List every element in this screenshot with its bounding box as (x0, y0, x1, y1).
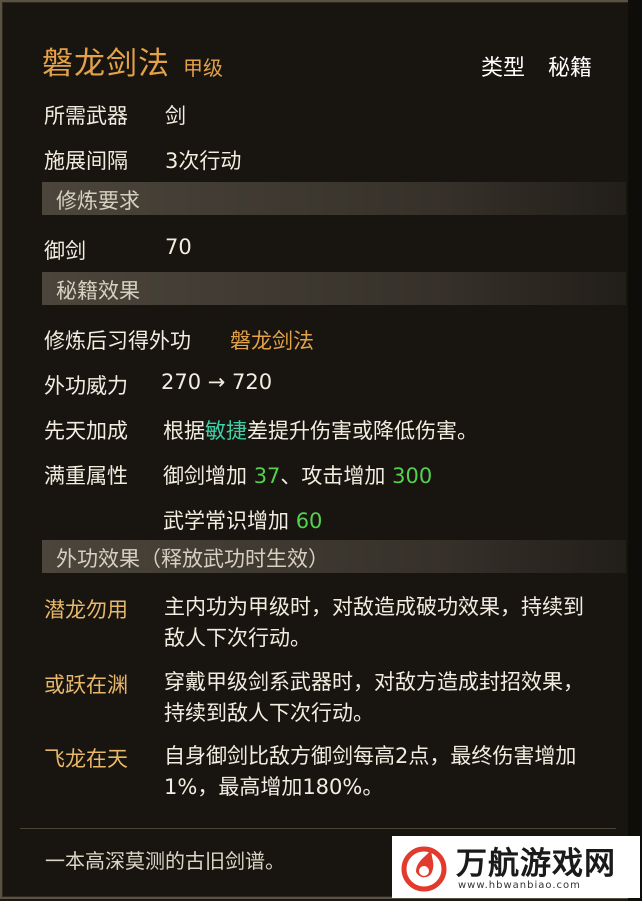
effect-text-1: 主内功为甲级时，对敌造成破功效果，持续到 敌人下次行动。 (164, 592, 584, 654)
innate-pre: 根据 (163, 419, 205, 443)
interval-value: 3次行动 (165, 149, 242, 173)
watermark-title: 万航游戏网 (456, 846, 616, 882)
full-weight-label: 满重属性 (44, 464, 128, 488)
full-weight-line2: 武学常识增加 60 (163, 505, 322, 535)
type-value: 秘籍 (548, 56, 593, 81)
requirement-skill-label: 御剑 (44, 239, 86, 263)
full-line1-c: 、攻击增加 (280, 464, 393, 488)
effect-text-1-line1: 主内功为甲级时，对敌造成破功效果，持续到 (164, 595, 584, 619)
requirements-section-bar: 修炼要求 (42, 182, 626, 215)
interval-label: 施展间隔 (44, 149, 128, 173)
effect-text-2-line2: 持续到敌人下次行动。 (164, 701, 374, 725)
watermark-logo-icon (401, 846, 447, 892)
full-weight-line1: 御剑增加 37、攻击增加 300 (163, 460, 432, 490)
full-line2-a: 武学常识增加 (163, 509, 296, 533)
requirements-section-title: 修炼要求 (56, 189, 140, 213)
weapon-value: 剑 (165, 104, 186, 128)
requirement-skill-value: 70 (165, 235, 192, 259)
weapon-label: 所需武器 (44, 104, 128, 128)
effect-name-3: 飞龙在天 (44, 747, 128, 771)
innate-attribute: 敏捷 (205, 419, 247, 443)
innate-post: 差提升伤害或降低伤害。 (247, 419, 478, 443)
innate-label: 先天加成 (44, 419, 128, 443)
effect-text-3-line2: 1%，最高增加180%。 (164, 775, 384, 799)
effect-name-1: 潜龙勿用 (44, 598, 128, 622)
full-line1-b: 37 (253, 464, 281, 488)
watermark-url: www.hbwanbiao.com (458, 880, 581, 891)
item-description: 一本高深莫测的古旧剑谱。 (45, 849, 285, 873)
effect-name-2: 或跃在渊 (44, 673, 128, 697)
skill-effects-section-title: 外功效果（释放武功时生效） (56, 547, 329, 571)
innate-value: 根据敏捷差提升伤害或降低伤害。 (163, 415, 478, 445)
item-title: 磐龙剑法 (42, 46, 170, 82)
power-label: 外功威力 (44, 374, 128, 398)
type-label: 类型 (481, 56, 526, 81)
effect-text-3-line1: 自身御剑比敌方御剑每高2点，最终伤害增加 (164, 744, 577, 768)
description-divider (20, 828, 616, 829)
book-effects-section-bar: 秘籍效果 (42, 272, 626, 305)
learn-label: 修炼后习得外功 (44, 329, 191, 353)
watermark: 万航游戏网 www.hbwanbiao.com (392, 836, 640, 898)
background-edge (628, 0, 642, 901)
effect-text-1-line2: 敌人下次行动。 (164, 626, 311, 650)
skill-effects-section-bar: 外功效果（释放武功时生效） (42, 540, 626, 573)
power-value: 270 → 720 (161, 370, 273, 394)
learn-value: 磐龙剑法 (230, 329, 314, 353)
full-line2-b: 60 (295, 509, 323, 533)
effect-text-3: 自身御剑比敌方御剑每高2点，最终伤害增加 1%，最高增加180%。 (164, 741, 576, 803)
full-line1-a: 御剑增加 (163, 464, 254, 488)
full-line1-d: 300 (392, 464, 433, 488)
item-grade: 甲级 (183, 56, 223, 80)
effect-text-2-line1: 穿戴甲级剑系武器时，对敌方造成封招效果， (164, 670, 584, 694)
book-effects-section-title: 秘籍效果 (56, 279, 140, 303)
item-tooltip: 磐龙剑法 甲级 类型 秘籍 所需武器 剑 施展间隔 3次行动 修炼要求 御剑 7… (0, 0, 632, 899)
effect-text-2: 穿戴甲级剑系武器时，对敌方造成封招效果， 持续到敌人下次行动。 (164, 667, 584, 729)
